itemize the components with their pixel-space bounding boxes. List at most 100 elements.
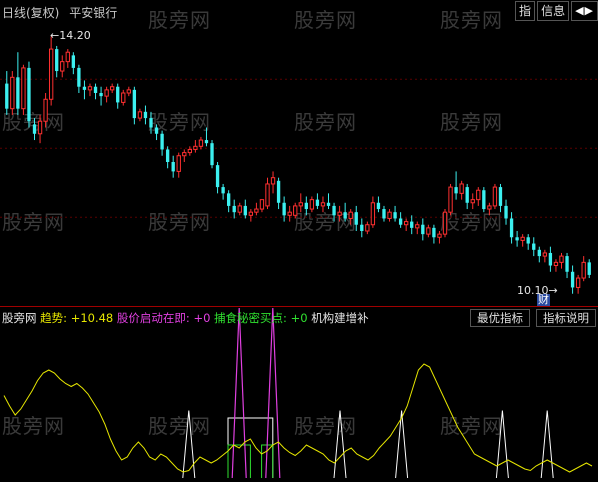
candle-body — [215, 165, 220, 188]
candle-body — [387, 211, 392, 219]
candle-body — [470, 199, 475, 204]
candle-body — [137, 111, 143, 119]
candle-body — [37, 120, 43, 135]
indicator-description-button[interactable]: 指标说明 — [536, 309, 596, 327]
candle-body — [393, 212, 397, 219]
candle-body — [365, 224, 370, 232]
candle-body — [176, 155, 181, 172]
candle-body — [348, 211, 353, 219]
high-price-label: 14.20 — [59, 29, 91, 42]
candle-body — [581, 261, 586, 279]
start-label: 股价启动在即: — [116, 311, 190, 325]
candle-body — [504, 205, 508, 219]
candle-body — [476, 189, 481, 201]
candle-body — [526, 237, 530, 244]
candle-body — [154, 127, 159, 134]
candle-body — [116, 86, 120, 103]
candle-body — [226, 193, 231, 206]
candle-body — [82, 86, 87, 90]
candle-body — [575, 277, 581, 288]
candle-body — [5, 83, 9, 109]
candle-body — [193, 145, 198, 150]
candle-body — [171, 162, 175, 172]
buy-block — [227, 444, 251, 478]
candle-body — [204, 140, 209, 144]
high-price-marker: ←14.20 — [50, 29, 91, 42]
candle-body — [465, 187, 469, 203]
candle-body — [121, 92, 126, 103]
indicator-name[interactable]: 股旁网 — [2, 311, 37, 325]
candle-body — [265, 183, 270, 207]
candle-body — [10, 76, 15, 110]
candle-body — [587, 262, 591, 275]
candle-body — [99, 93, 103, 97]
candle-body — [309, 199, 315, 210]
candle-body — [182, 152, 187, 157]
indicator-button[interactable]: 指 — [515, 1, 536, 21]
candle-body — [410, 221, 414, 228]
candle-body — [404, 221, 409, 226]
candle-body — [426, 227, 431, 235]
candle-body — [43, 98, 48, 122]
candle-body — [370, 202, 376, 226]
candle-body — [315, 199, 320, 206]
inst-spike — [540, 410, 554, 479]
candle-body — [326, 202, 331, 206]
inst-spike — [333, 410, 347, 479]
candle-body — [87, 86, 93, 91]
buy-value: +0 — [290, 311, 308, 325]
candle-body — [565, 256, 569, 272]
candle-body — [276, 180, 281, 203]
candle-body — [421, 224, 425, 235]
toolbar-buttons: 指 信息 ◀▶ — [513, 1, 598, 21]
candle-body — [332, 205, 336, 216]
top-toolbar: 日线(复权) 平安银行 指 信息 ◀▶ — [0, 0, 598, 22]
candle-body — [60, 61, 65, 72]
start-value: +0 — [193, 311, 211, 325]
candle-body — [248, 211, 254, 216]
candle-body — [354, 212, 358, 225]
inst-spike — [395, 410, 409, 479]
candle-body — [48, 48, 54, 100]
finance-badge[interactable]: 财 — [537, 294, 550, 306]
candle-body — [509, 218, 514, 238]
candle-body — [143, 111, 148, 119]
candle-body — [259, 199, 265, 210]
candle-body — [16, 77, 20, 109]
candle-body — [270, 177, 276, 185]
candle-body — [77, 67, 81, 87]
candle-body — [337, 211, 342, 216]
candle-body — [254, 208, 259, 213]
candle-body — [104, 89, 109, 97]
info-button[interactable]: 信息 — [537, 1, 570, 21]
candle-body — [454, 187, 458, 194]
candle-body — [415, 224, 420, 229]
candle-body — [532, 243, 536, 250]
indicator-title: 股旁网 趋势: +10.48 股价启动在即: +0 捕食秘密买点: +0 机构建… — [2, 310, 369, 326]
candle-body — [187, 148, 192, 154]
candle-body — [432, 227, 436, 238]
candle-body — [537, 249, 541, 257]
pane-divider[interactable] — [0, 306, 598, 307]
candle-body — [243, 205, 247, 216]
candle-body — [55, 49, 59, 72]
candle-body — [21, 67, 26, 110]
arrows-icon[interactable]: ◀▶ — [571, 1, 598, 21]
candle-body — [487, 205, 492, 210]
arrow-left-icon: ← — [50, 29, 60, 42]
candle-body — [448, 186, 453, 213]
candle-body — [298, 202, 303, 207]
candle-body — [498, 187, 503, 206]
candle-body — [282, 202, 286, 216]
candle-body — [548, 252, 553, 266]
candle-body — [126, 89, 131, 94]
candle-body — [293, 205, 298, 216]
chart-header: 日线(复权) 平安银行 — [2, 4, 117, 21]
candle-body — [320, 202, 326, 207]
candle-body — [570, 271, 575, 288]
best-indicator-button[interactable]: 最优指标 — [470, 309, 530, 327]
stock-chart[interactable] — [0, 0, 598, 482]
candle-body — [382, 209, 386, 219]
candle-body — [71, 55, 76, 68]
period-label[interactable]: 日线(复权) — [2, 6, 59, 20]
